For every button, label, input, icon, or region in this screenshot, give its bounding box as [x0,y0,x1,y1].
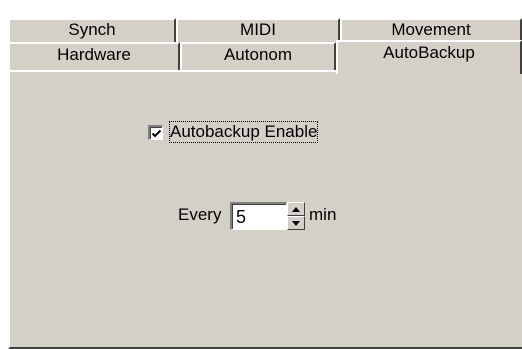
tab-movement[interactable]: Movement [340,18,522,42]
tab-autonom[interactable]: Autonom [180,42,336,70]
autobackup-enable-checkbox[interactable] [148,124,163,140]
tab-hardware[interactable]: Hardware [8,42,180,70]
backup-interval-input[interactable]: 5 [230,202,287,230]
spin-up-button[interactable] [287,202,305,216]
check-icon [151,129,162,137]
arrow-up-icon [292,206,300,212]
tab-autobackup[interactable]: AutoBackup [336,40,522,74]
unit-label: min [309,205,337,224]
every-label: Every [178,205,222,224]
tab-synch[interactable]: Synch [8,18,176,42]
tab-midi[interactable]: MIDI [176,18,340,42]
autobackup-panel: Autobackup Enable Every 5 min [8,70,522,349]
spin-down-button[interactable] [287,216,305,230]
arrow-down-icon [292,220,300,226]
autobackup-enable-label[interactable]: Autobackup Enable [169,121,319,143]
autobackup-enable-row[interactable]: Autobackup Enable [148,120,319,144]
backup-interval-spinner[interactable] [287,202,305,230]
